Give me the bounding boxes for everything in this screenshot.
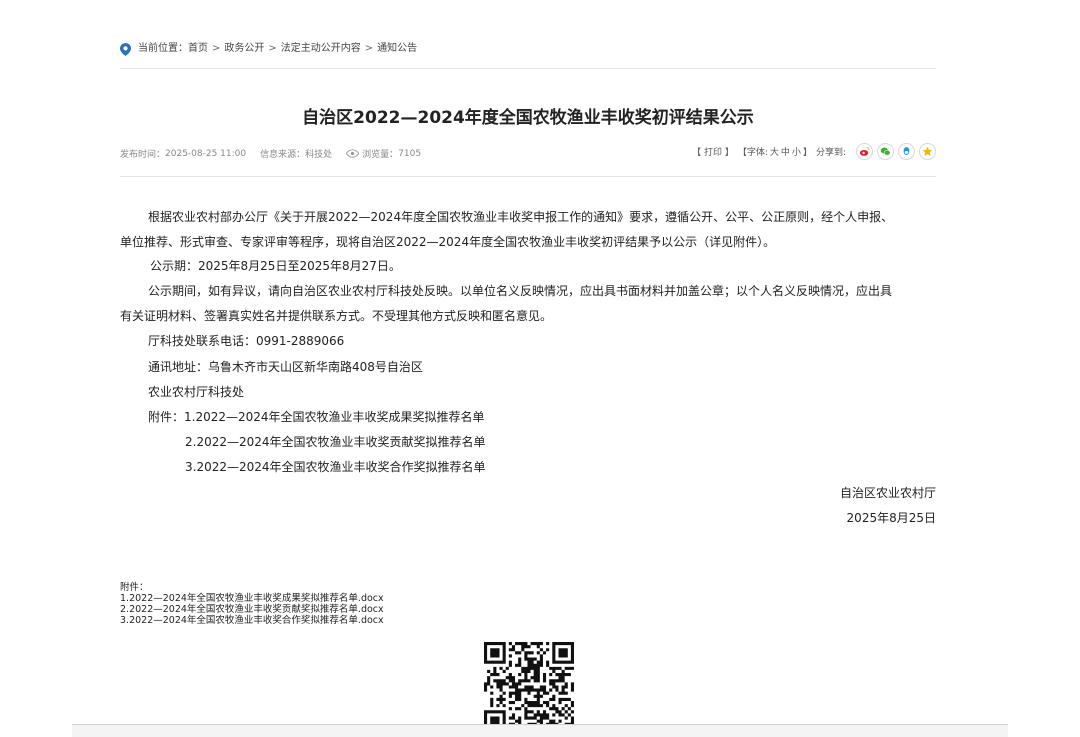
qzone-icon [922,146,933,156]
source-value: 科技处 [305,150,333,160]
view-count: 浏览量： 7105 [346,147,421,160]
page-bottom-scrollbar[interactable] [72,724,1008,737]
breadcrumb-separator: > [364,43,374,54]
publicity-period: 公示期：2025年8月25日至2025年8月27日。 [150,259,401,273]
qr-code-icon [484,642,574,724]
contact-phone: 厅科技处联系电话：0991-2889066 [148,334,345,348]
font-size-prefix: 【字体: [737,148,768,158]
font-large-button[interactable]: 大 [770,145,779,158]
breadcrumb-separator: > [212,43,221,54]
contact-address: 通讯地址：乌鲁木齐市天山区新华南路408号自治区 [148,360,423,374]
weibo-icon [859,146,870,156]
font-small-button[interactable]: 小 [792,145,801,158]
article-title: 自治区2022—2024年度全国农牧渔业丰收奖初评结果公示 [302,108,754,128]
share-wechat-button[interactable] [877,143,894,160]
font-medium-button[interactable]: 中 [781,145,790,158]
share-weibo-button[interactable] [856,143,873,160]
attachment-line-3: 3.2022—2024年全国农牧渔业丰收奖合作奖拟推荐名单 [185,460,486,474]
print-button[interactable]: 【 打印 】 [692,145,734,158]
breadcrumb-separator: > [268,43,277,54]
breadcrumb-item-home[interactable]: 首页 [188,42,208,56]
publish-time-value: 2025-08-25 11:00 [165,148,247,159]
attachment-file-link[interactable]: 2.2022—2024年全国农牧渔业丰收奖贡献奖拟推荐名单.docx [120,604,384,615]
qq-icon [903,147,910,155]
views-value: 7105 [398,148,422,159]
views-label: 浏览量： [362,150,399,160]
breadcrumb-label: 当前位置： [138,43,188,54]
breadcrumb-item-statutory-content[interactable]: 法定主动公开内容 [281,42,361,56]
attachment-line-1: 附件：1.2022—2024年全国农牧渔业丰收奖成果奖拟推荐名单 [148,410,485,424]
article-meta: 发布时间： 2025-08-25 11:00 信息来源： 科技处 浏览量： 71… [120,143,936,177]
attachment-files: 附件： 1.2022—2024年全国农牧渔业丰收奖成果奖拟推荐名单.docx 2… [120,582,384,626]
font-size-suffix: 】 [802,148,812,158]
source-label: 信息来源： [260,150,306,160]
publish-time-label: 发布时间： [120,150,166,160]
wechat-icon [880,147,891,156]
location-pin-icon [120,43,131,56]
paragraph-1-line-2: 单位推荐、形式审查、专家评审等程序，现将自治区2022—2024年度全国农牧渔业… [120,235,776,249]
breadcrumb-item-notices[interactable]: 通知公告 [377,42,417,56]
signature-org: 自治区农业农村厅 [839,486,936,500]
share-label: 分享到: [815,148,846,158]
meta-info: 发布时间： 2025-08-25 11:00 信息来源： 科技处 浏览量： 71… [120,147,435,161]
attachment-line-2: 2.2022—2024年全国农牧渔业丰收奖贡献奖拟推荐名单 [185,435,486,449]
share-qq-button[interactable] [898,143,915,160]
qr-code-modules [484,642,574,724]
article-page: 当前位置： 首页 > 政务公开 > 法定主动公开内容 > 通知公告 自治区202… [0,0,1080,737]
paragraph-1-line-1: 根据农业农村部办公厅《关于开展2022—2024年度全国农牧渔业丰收奖申报工作的… [148,210,894,224]
breadcrumb: 当前位置： 首页 > 政务公开 > 法定主动公开内容 > 通知公告 [120,42,936,69]
signature-date: 2025年8月25日 [846,511,936,525]
info-source: 信息来源： 科技处 [260,147,332,160]
attachment-files-label: 附件： [120,582,149,593]
share-qzone-button[interactable] [919,143,936,160]
eye-icon [346,149,360,158]
paragraph-3-line-2: 有关证明材料、签署真实姓名并提供联系方式。不受理其他方式反映和匿名意见。 [120,309,553,323]
article-tools: 【 打印 】 【字体: 大 中 小 】 分享到: [690,143,936,160]
attachment-file-link[interactable]: 3.2022—2024年全国农牧渔业丰收奖合作奖拟推荐名单.docx [120,615,384,626]
breadcrumb-item-gov-open[interactable]: 政务公开 [224,42,264,56]
attachment-file-link[interactable]: 1.2022—2024年全国农牧渔业丰收奖成果奖拟推荐名单.docx [120,593,384,604]
department-name: 农业农村厅科技处 [148,385,245,399]
publish-time: 发布时间： 2025-08-25 11:00 [120,147,247,161]
paragraph-3-line-1: 公示期间，如有异议，请向自治区农业农村厅科技处反映。以单位名义反映情况，应出具书… [148,284,893,298]
